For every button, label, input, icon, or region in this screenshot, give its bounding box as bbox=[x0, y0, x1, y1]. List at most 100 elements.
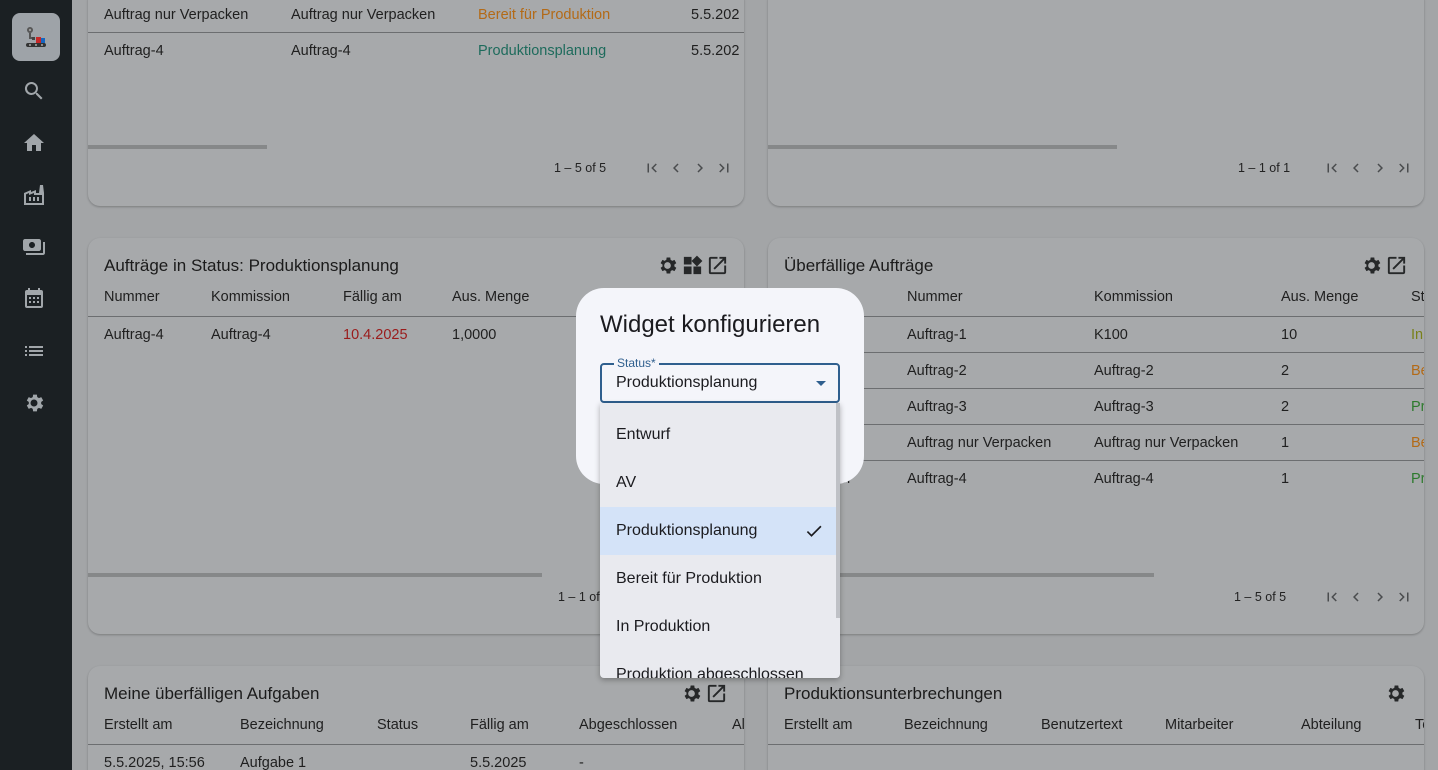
column-header-faellig[interactable]: Fällig am bbox=[343, 289, 402, 305]
column-header-kommission[interactable]: Kommission bbox=[1094, 289, 1173, 305]
cell-menge: 2 bbox=[1281, 399, 1290, 415]
column-header-extra[interactable]: Al bbox=[732, 717, 744, 733]
status-select[interactable]: Status* Produktionsplanung bbox=[600, 356, 840, 403]
option-av[interactable]: AV bbox=[600, 459, 836, 507]
row-divider bbox=[768, 460, 1424, 461]
column-header-extra[interactable]: Te bbox=[1415, 717, 1424, 733]
cell-kommission: Auftrag-4 bbox=[1094, 471, 1154, 487]
gear-icon[interactable] bbox=[1360, 254, 1383, 277]
first-page-icon[interactable] bbox=[643, 159, 661, 177]
status-select-label: Status* bbox=[614, 356, 659, 370]
status-options-panel: Entwurf AV Produktionsplanung Bereit für… bbox=[600, 403, 840, 678]
prev-page-icon[interactable] bbox=[667, 159, 685, 177]
column-header-nummer[interactable]: Nummer bbox=[104, 289, 160, 305]
cell-kommission: Auftrag-3 bbox=[1094, 399, 1154, 415]
cell-erstellt: 5.5.2025, 15:56 bbox=[104, 755, 205, 770]
money-icon[interactable] bbox=[22, 235, 46, 259]
orders-card-top-right: 1 – 1 of 1 bbox=[768, 0, 1424, 206]
home-icon[interactable] bbox=[22, 131, 46, 155]
search-icon[interactable] bbox=[22, 79, 46, 103]
last-page-icon[interactable] bbox=[1395, 588, 1413, 606]
cell-faellig: 5.5.2025 bbox=[470, 755, 527, 770]
cell-abgeschlossen: - bbox=[579, 755, 584, 770]
widgets-icon[interactable] bbox=[681, 254, 704, 277]
cell-menge: 2 bbox=[1281, 363, 1290, 379]
column-header-status[interactable]: Status bbox=[377, 717, 418, 733]
cell-nummer: Auftrag-2 bbox=[907, 363, 967, 379]
cell-kommission: Auftrag-4 bbox=[211, 327, 271, 343]
cell-nummer: Auftrag nur Verpacken bbox=[907, 435, 1052, 451]
column-header-menge[interactable]: Aus. Menge bbox=[1281, 289, 1358, 305]
first-page-icon[interactable] bbox=[1323, 159, 1341, 177]
horizontal-scrollbar[interactable] bbox=[88, 145, 267, 149]
column-header-erstellt[interactable]: Erstellt am bbox=[784, 717, 853, 733]
cell-status: Bereit für Produktion bbox=[478, 7, 611, 23]
card-title: Meine überfälligen Aufgaben bbox=[104, 684, 320, 703]
column-header-abteilung[interactable]: Abteilung bbox=[1301, 717, 1361, 733]
pager-controls bbox=[1323, 588, 1413, 606]
cell-menge: 1 bbox=[1281, 435, 1290, 451]
cell-menge: 10 bbox=[1281, 327, 1298, 343]
column-header-benutzertext[interactable]: Benutzertext bbox=[1041, 717, 1122, 733]
option-entwurf[interactable]: Entwurf bbox=[600, 411, 836, 459]
next-page-icon[interactable] bbox=[691, 159, 709, 177]
cell-status: Pr bbox=[1411, 399, 1424, 415]
gear-icon[interactable] bbox=[656, 254, 679, 277]
row-divider bbox=[88, 744, 744, 745]
cell-status: Pr bbox=[1411, 471, 1424, 487]
horizontal-scrollbar[interactable] bbox=[768, 145, 1117, 149]
next-page-icon[interactable] bbox=[1371, 159, 1389, 177]
open-external-icon[interactable] bbox=[1385, 254, 1408, 277]
dropdown-arrow-icon[interactable] bbox=[816, 381, 826, 386]
cell-status: In bbox=[1411, 327, 1424, 343]
cell-nummer: Auftrag-4 bbox=[907, 471, 967, 487]
row-divider bbox=[768, 744, 1424, 745]
gear-icon[interactable] bbox=[680, 682, 703, 705]
cell-status: Be bbox=[1411, 435, 1424, 451]
cell-bezeichnung: Aufgabe 1 bbox=[240, 755, 307, 770]
next-page-icon[interactable] bbox=[1371, 588, 1389, 606]
cell-nummer: Auftrag nur Verpacken bbox=[104, 7, 249, 23]
prev-page-icon[interactable] bbox=[1347, 588, 1365, 606]
open-external-icon[interactable] bbox=[705, 682, 728, 705]
row-divider bbox=[768, 388, 1424, 389]
check-icon bbox=[806, 525, 822, 537]
cell-status: Produktionsplanung bbox=[478, 43, 607, 59]
cell-menge: 1,0000 bbox=[452, 327, 497, 343]
column-header-kommission[interactable]: Kommission bbox=[211, 289, 290, 305]
column-header-mitarbeiter[interactable]: Mitarbeiter bbox=[1165, 717, 1234, 733]
app-logo[interactable] bbox=[12, 13, 60, 61]
column-header-nummer[interactable]: Nummer bbox=[907, 289, 963, 305]
column-header-faellig[interactable]: Fällig am bbox=[470, 717, 529, 733]
column-header-abgeschlossen[interactable]: Abgeschlossen bbox=[579, 717, 677, 733]
factory-icon[interactable] bbox=[22, 183, 46, 207]
gear-icon[interactable] bbox=[1384, 682, 1407, 705]
dropdown-scrollbar[interactable] bbox=[836, 403, 840, 618]
column-header-erstellt[interactable]: Erstellt am bbox=[104, 717, 173, 733]
list-icon[interactable] bbox=[22, 339, 46, 363]
calendar-icon[interactable] bbox=[22, 287, 46, 311]
factory-robot-icon bbox=[26, 27, 46, 47]
first-page-icon[interactable] bbox=[1323, 588, 1341, 606]
card-title: Überfällige Aufträge bbox=[784, 256, 934, 275]
last-page-icon[interactable] bbox=[1395, 159, 1413, 177]
cell-kommission: Auftrag nur Verpacken bbox=[1094, 435, 1239, 451]
column-header-menge[interactable]: Aus. Menge bbox=[452, 289, 529, 305]
option-bereit-fuer-produktion[interactable]: Bereit für Produktion bbox=[600, 555, 836, 603]
row-divider bbox=[768, 424, 1424, 425]
gear-icon[interactable] bbox=[22, 391, 46, 415]
open-external-icon[interactable] bbox=[706, 254, 729, 277]
column-header-bezeichnung[interactable]: Bezeichnung bbox=[240, 717, 324, 733]
column-header-status[interactable]: St bbox=[1411, 289, 1424, 305]
card-actions bbox=[680, 682, 728, 705]
horizontal-scrollbar[interactable] bbox=[88, 573, 542, 577]
my-overdue-tasks-card: Meine überfälligen Aufgaben Erstellt am … bbox=[88, 666, 744, 770]
option-produktionsplanung[interactable]: Produktionsplanung bbox=[600, 507, 836, 555]
cell-nummer: Auftrag-3 bbox=[907, 399, 967, 415]
option-in-produktion[interactable]: In Produktion bbox=[600, 603, 836, 651]
option-produktion-abgeschlossen[interactable]: Produktion abgeschlossen bbox=[600, 651, 836, 678]
cell-kommission: Auftrag-2 bbox=[1094, 363, 1154, 379]
prev-page-icon[interactable] bbox=[1347, 159, 1365, 177]
last-page-icon[interactable] bbox=[715, 159, 733, 177]
column-header-bezeichnung[interactable]: Bezeichnung bbox=[904, 717, 988, 733]
